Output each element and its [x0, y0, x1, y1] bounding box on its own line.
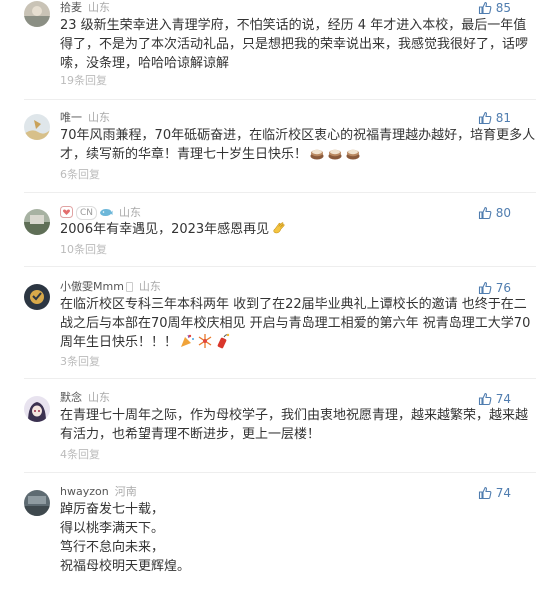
region-label: 山东: [88, 391, 110, 404]
thumbs-up-icon: [478, 392, 492, 406]
avatar[interactable]: [24, 490, 50, 516]
username[interactable]: CN: [76, 206, 98, 220]
region-label: 山东: [119, 206, 142, 219]
like-button[interactable]: 85: [478, 0, 511, 17]
like-button[interactable]: 81: [478, 109, 511, 127]
divider: [24, 99, 536, 100]
like-count: 85: [495, 1, 511, 15]
divider: [24, 378, 536, 379]
replies-link[interactable]: 3条回复: [60, 355, 100, 369]
avatar[interactable]: [24, 114, 50, 140]
divider: [24, 266, 536, 267]
fireworks-emoji: [197, 333, 213, 355]
comment-text: 踔厉奋发七十载， 得以桃李满天下。 笃行不怠向未来， 祝福母校明天更辉煌。: [60, 502, 191, 574]
region-label: 山东: [88, 1, 110, 14]
avatar[interactable]: [24, 209, 50, 235]
cake-emoji: [345, 145, 361, 167]
comment-text: 2006年有幸遇见，2023年感恩再见: [60, 220, 538, 242]
comment-text-body: 在临沂校区专科三年本科两年 收到了在22届毕业典礼上谭校长的邀请 也终于在二战之…: [60, 297, 531, 350]
firecracker-emoji: [215, 333, 231, 355]
comment-text: 在临沂校区专科三年本科两年 收到了在22届毕业典礼上谭校长的邀请 也终于在二战之…: [60, 295, 538, 355]
username[interactable]: 拾麦: [60, 1, 82, 14]
thumbs-up-icon: [478, 281, 492, 295]
like-count: 76: [495, 281, 511, 295]
thumbs-up-icon: [478, 206, 492, 220]
comment-text-body: 70年风雨兼程，70年砥砺奋进，在临沂校区衷心的祝福青理越办越好，培育更多人才，…: [60, 128, 536, 162]
comment-text-body: 2006年有幸遇见，2023年感恩再见: [60, 222, 270, 237]
party-emoji: [179, 333, 195, 355]
thumbs-up-icon: [478, 111, 492, 125]
divider: [24, 192, 536, 193]
avatar[interactable]: [24, 1, 50, 27]
avatar[interactable]: [24, 284, 50, 310]
username[interactable]: hwayzon: [60, 485, 109, 498]
thumbs-up-icon: [478, 486, 492, 500]
vip-badge-icon: [125, 282, 133, 292]
like-count: 74: [495, 486, 511, 500]
region-label: 山东: [138, 280, 161, 293]
replies-link[interactable]: 19条回复: [60, 74, 107, 88]
username[interactable]: 小傲雯Mmm: [60, 280, 124, 293]
replies-link[interactable]: 10条回复: [60, 243, 107, 257]
clap-emoji: [271, 220, 287, 242]
cake-emoji: [309, 145, 325, 167]
region-label: 河南: [114, 485, 137, 498]
like-count: 80: [495, 206, 511, 220]
like-count: 81: [495, 111, 511, 125]
thumbs-up-icon: [478, 1, 492, 15]
avatar[interactable]: [24, 396, 50, 422]
comment-text: 23 级新生荣幸进入青理学府，不怕笑话的说，经历 4 年才进入本校，最后一年值得…: [60, 18, 529, 71]
like-count: 74: [495, 392, 511, 406]
username[interactable]: 默念: [60, 391, 82, 404]
heart-badge-icon: [60, 206, 73, 218]
divider: [24, 472, 536, 473]
username[interactable]: 唯一: [60, 111, 82, 124]
comment-text: 70年风雨兼程，70年砥砺奋进，在临沂校区衷心的祝福青理越办越好，培育更多人才，…: [60, 126, 538, 167]
replies-link[interactable]: 4条回复: [60, 448, 100, 462]
comment-text: 在青理七十周年之际，作为母校学子，我们由衷地祝愿青理，越来越繁荣，越来越有活力，…: [60, 408, 529, 442]
region-label: 山东: [88, 111, 110, 124]
cake-emoji: [327, 145, 343, 167]
whale-icon: [100, 209, 113, 216]
replies-link[interactable]: 6条回复: [60, 168, 100, 182]
